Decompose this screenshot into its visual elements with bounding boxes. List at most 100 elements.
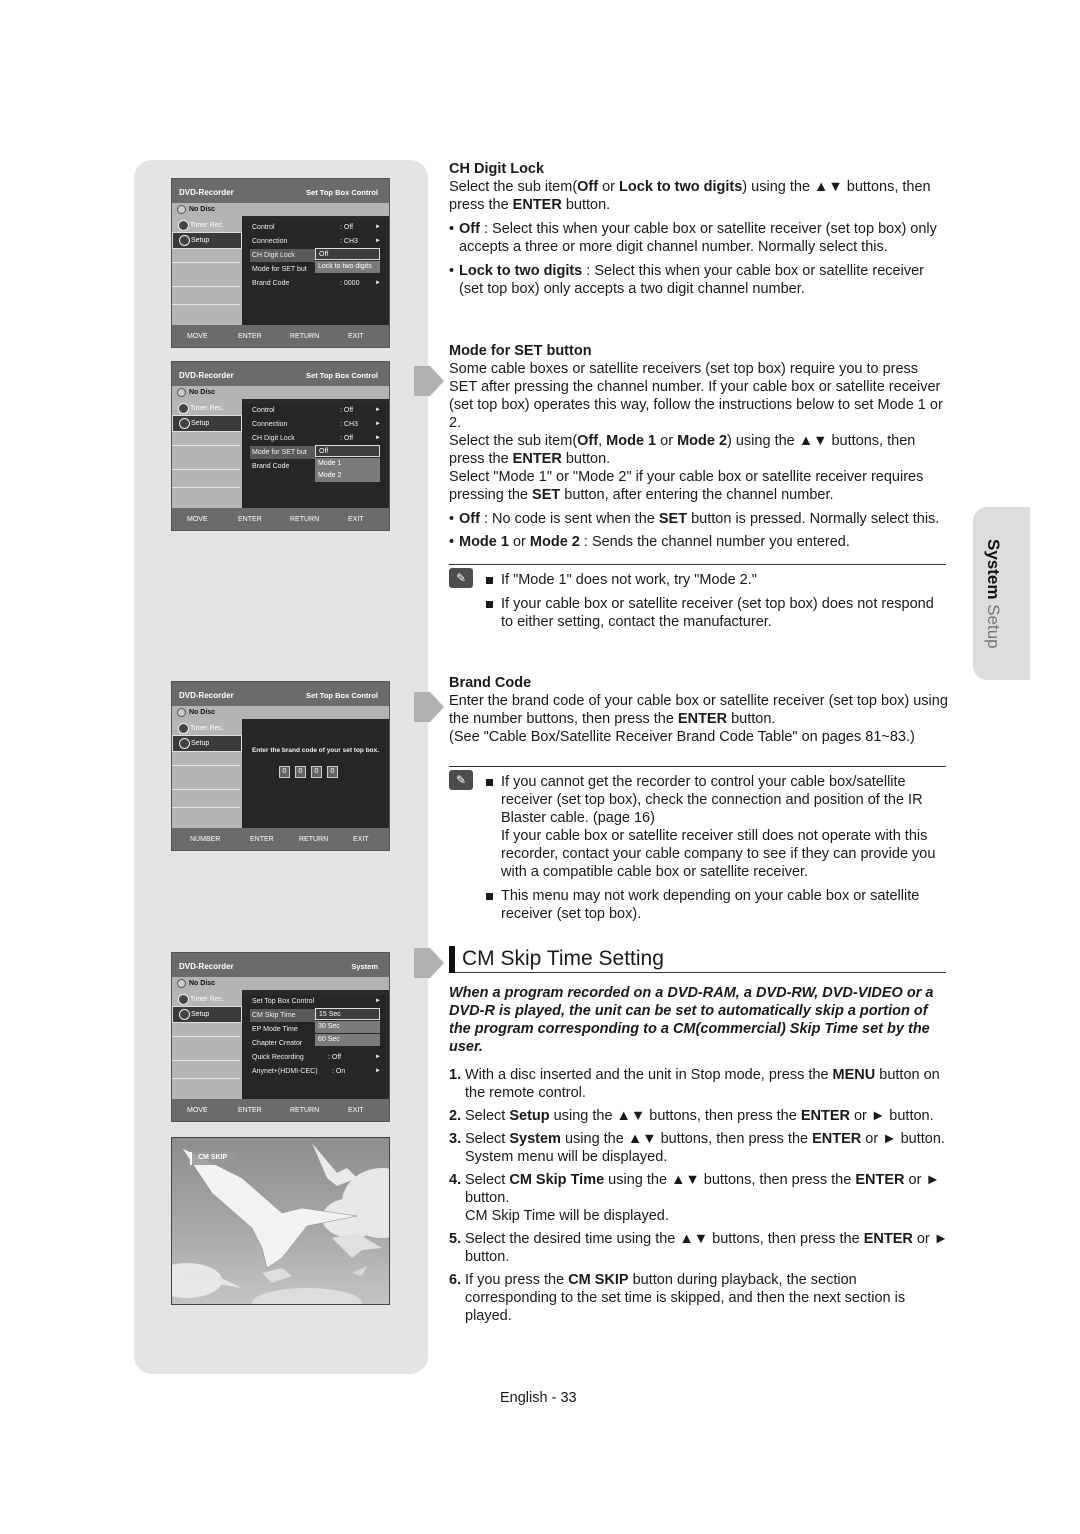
osd-row[interactable]: Connection : CH3 ► [250, 235, 383, 248]
osd-row[interactable]: Brand Code: 0000 ► [250, 277, 383, 290]
osd-row[interactable]: CH Digit Lock: Off ► [250, 432, 383, 445]
arrow-icon: ► [375, 238, 381, 244]
digit-box[interactable]: 0 [327, 766, 338, 778]
disc-icon [177, 708, 186, 717]
step-item: 4. Select CM Skip Time using the ▲▼ butto… [449, 1172, 940, 1224]
footer-move: MOVE [187, 516, 208, 523]
popup-option[interactable]: Mode 1 [315, 458, 380, 470]
step-item: 3. Select System using the ▲▼ buttons, th… [449, 1131, 945, 1165]
osd-row[interactable]: Anynet+(HDMI-CEC) : On ► [250, 1065, 383, 1078]
row-value: : Off [340, 224, 354, 231]
popup-option[interactable]: Mode 2 [315, 470, 380, 482]
tab-bold: System [984, 539, 1003, 600]
footer-enter: ENTER [238, 333, 262, 340]
paragraph: Select the sub item(Off or Lock to two d… [449, 179, 931, 213]
arrow-icon: ► [375, 224, 381, 230]
row-value: : Off [340, 407, 354, 414]
row-value: : CH3 [340, 238, 358, 245]
row-key: Mode for SET but [252, 449, 307, 456]
digit-box[interactable]: 0 [311, 766, 322, 778]
popup-option-selected[interactable]: 15 Sec [315, 1008, 380, 1020]
row-value: : On [332, 1068, 346, 1075]
row-key: Mode for SET but [252, 266, 307, 273]
gear-icon [179, 738, 190, 749]
side-label: Timer Rec. [190, 405, 224, 412]
osd-side-setup[interactable]: Setup [172, 415, 242, 432]
popup-option-selected[interactable]: Off [315, 445, 380, 457]
disc-status: No Disc [189, 980, 216, 987]
osd-title: Set Top Box Control [306, 188, 378, 197]
clock-icon [178, 723, 189, 734]
osd-side-setup[interactable]: Setup [172, 735, 242, 752]
clock-icon [178, 994, 189, 1005]
popup-option[interactable]: 30 Sec [315, 1021, 380, 1033]
osd-side-setup[interactable]: Setup [172, 232, 242, 249]
gear-icon [179, 235, 190, 246]
osd-row[interactable]: Control : Off ► [250, 221, 383, 234]
arrow-right-icon [414, 358, 444, 404]
row-key: Connection [252, 238, 288, 245]
gear-icon [179, 418, 190, 429]
disc-icon [177, 388, 186, 397]
osd-row[interactable]: Control: Off ► [250, 404, 383, 417]
disc-icon [177, 205, 186, 214]
page-number: English - 33 [500, 1390, 577, 1406]
tab-rest: Setup [984, 599, 1003, 649]
osd-system-cm-skip: DVD-Recorder System No Disc Timer Rec. Se… [171, 952, 390, 1122]
row-key: Control [252, 224, 275, 231]
row-key: Set Top Box Control [252, 998, 315, 1005]
label-text: CM SKIP [198, 1154, 228, 1161]
footer-exit: EXIT [348, 333, 364, 340]
side-label: Setup [191, 740, 210, 747]
arrow-icon: ► [375, 998, 381, 1004]
paragraph: Select "Mode 1" or "Mode 2" if your cabl… [449, 469, 924, 503]
row-key: Anynet+(HDMI-CEC) [252, 1068, 318, 1075]
osd-row[interactable]: Quick Recording: Off ► [250, 1051, 383, 1064]
side-label: Setup [191, 420, 210, 427]
row-key: Quick Recording [252, 1054, 304, 1061]
popup-option[interactable]: 60 Sec [315, 1034, 380, 1046]
note-item: This menu may not work depending on your… [449, 887, 946, 923]
step-item: 1. With a disc inserted and the unit in S… [449, 1067, 940, 1101]
section-heading: CH Digit Lock [449, 161, 545, 177]
footer-enter: ENTER [238, 1107, 262, 1114]
osd-side-setup[interactable]: Setup [172, 1006, 242, 1023]
osd-row-selected[interactable]: CH Digit Lock [250, 249, 316, 262]
row-key: Brand Code [252, 280, 290, 287]
digit-box[interactable]: 0 [295, 766, 306, 778]
row-key: CM Skip Time [252, 1012, 296, 1019]
osd-row-selected[interactable]: Mode for SET but [250, 446, 316, 459]
osd-brand: DVD-Recorder [179, 188, 234, 197]
arrow-icon: ► [375, 421, 381, 427]
note-box: ✎ If you cannot get the recorder to cont… [449, 766, 946, 923]
footer-exit: EXIT [348, 1107, 364, 1114]
note-item: If you cannot get the recorder to contro… [449, 773, 946, 881]
disc-status: No Disc [189, 389, 216, 396]
osd-row[interactable]: Set Top Box Control ► [250, 995, 383, 1008]
footer-return: RETURN [299, 836, 329, 843]
osd-brand: DVD-Recorder [179, 371, 234, 380]
option-label: 60 Sec [318, 1036, 340, 1043]
osd-title: Set Top Box Control [306, 371, 378, 380]
intro-paragraph: When a program recorded on a DVD-RAM, a … [449, 985, 934, 1055]
brand-code-input[interactable]: 0000 [279, 760, 343, 778]
side-label: Timer Rec. [190, 222, 224, 229]
arrow-icon: ► [375, 1068, 381, 1074]
arrow-icon: ► [375, 280, 381, 286]
digit-box[interactable]: 0 [279, 766, 290, 778]
note-item: If "Mode 1" does not work, try "Mode 2." [449, 571, 946, 589]
popup-option-selected[interactable]: Off [315, 248, 380, 260]
option-label: Lock to two digits [318, 263, 372, 270]
row-value: : CH3 [340, 421, 358, 428]
osd-brand: DVD-Recorder [179, 962, 234, 971]
footer-return: RETURN [290, 516, 320, 523]
osd-row[interactable]: Connection: CH3 ► [250, 418, 383, 431]
section-heading: Mode for SET button [449, 343, 592, 359]
footer-move: MOVE [187, 1107, 208, 1114]
brand-code-prompt: Enter the brand code of your set top box… [251, 747, 380, 754]
row-key: Control [252, 407, 275, 414]
osd-row-selected[interactable]: CM Skip Time [250, 1009, 316, 1022]
popup-option[interactable]: Lock to two digits [315, 261, 380, 273]
cm-skip-osd-label: CM SKIP [190, 1152, 236, 1165]
step-item: 6. If you press the CM SKIP button during… [449, 1272, 906, 1324]
